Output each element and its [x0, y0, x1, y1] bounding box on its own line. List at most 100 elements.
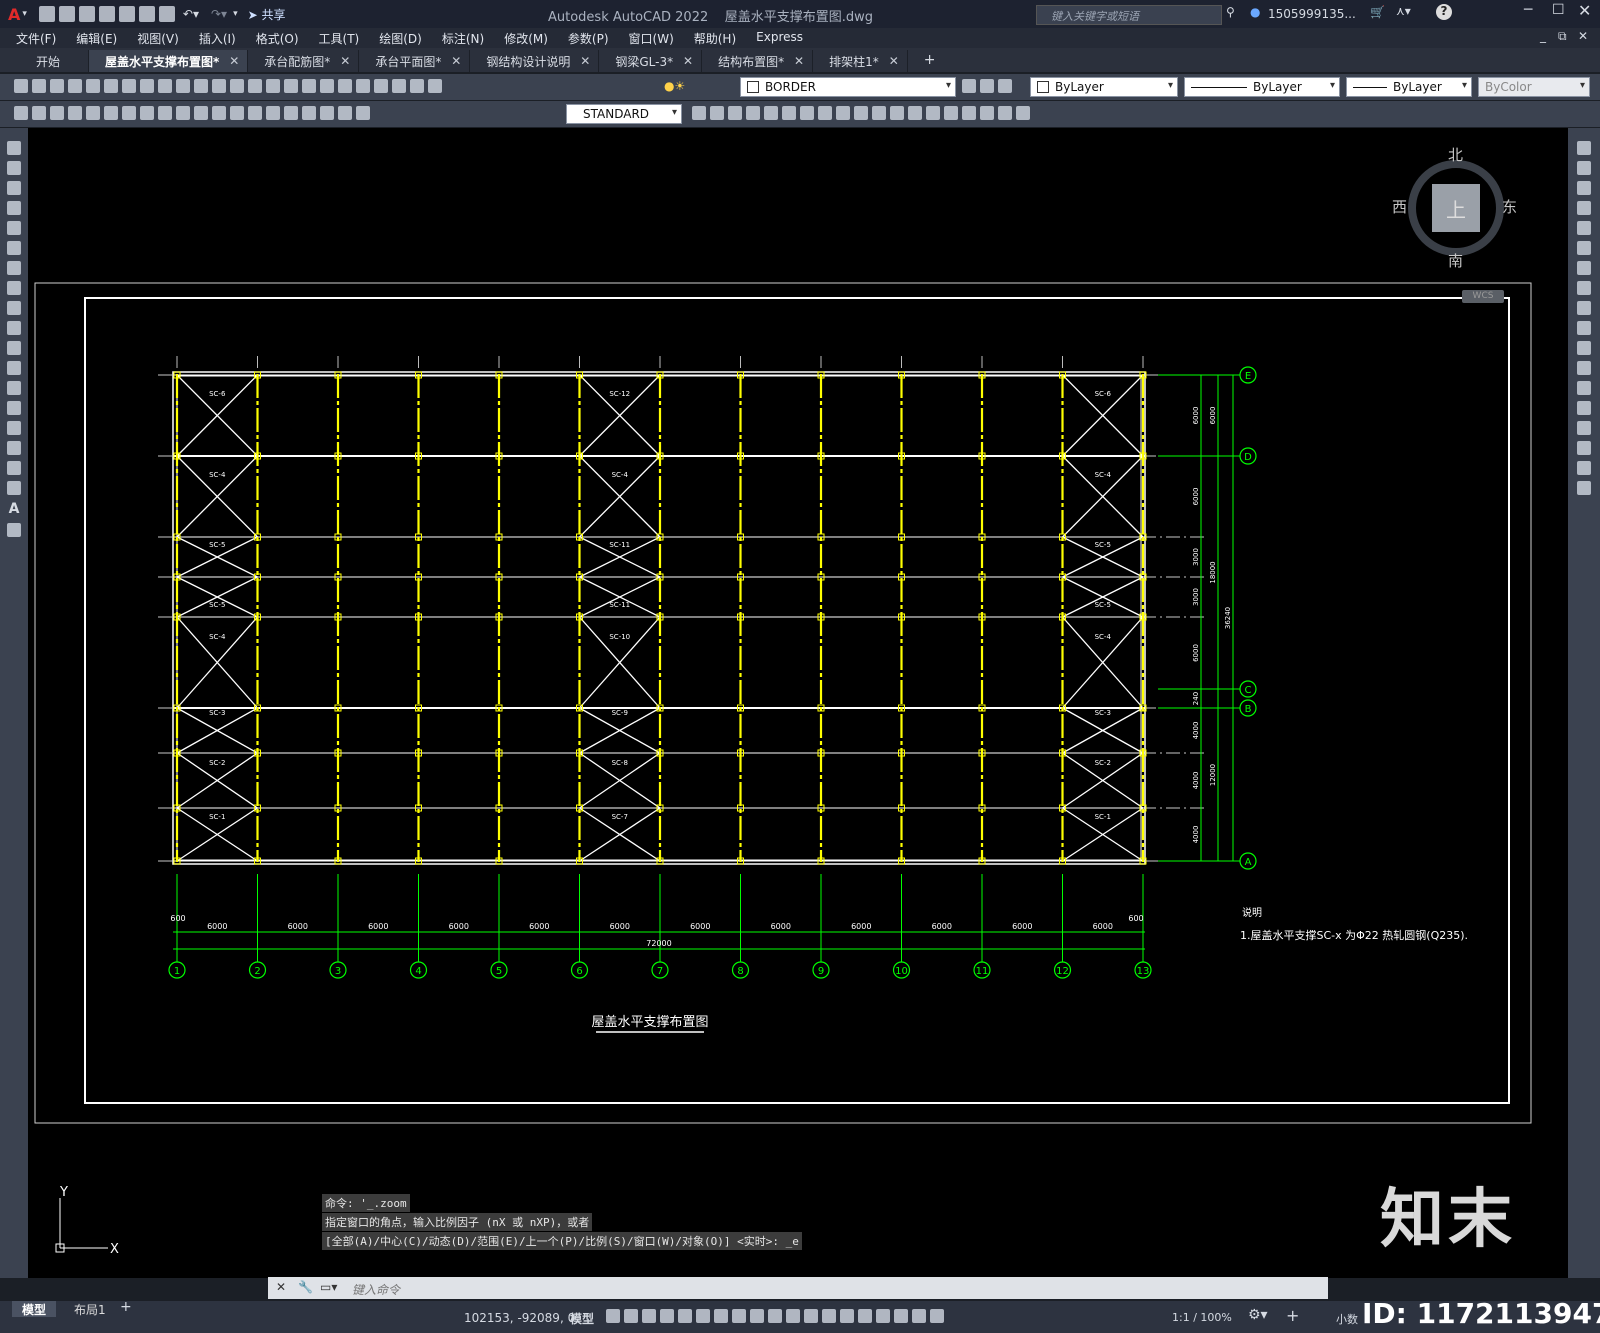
layout-tab[interactable]: 布局1 [64, 1301, 116, 1318]
save-web-icon[interactable] [138, 6, 155, 22]
dim-angular-icon[interactable] [140, 106, 154, 120]
menu-item-3[interactable]: 插入(I) [189, 30, 246, 47]
preview-icon[interactable] [86, 79, 100, 93]
command-input[interactable]: 键入命令 [352, 1281, 400, 1298]
paste-icon[interactable] [158, 79, 172, 93]
copy-icon[interactable] [140, 79, 154, 93]
gizmo-icon[interactable] [876, 1309, 890, 1323]
redo-icon[interactable]: ↷▾ [211, 7, 227, 21]
ellipse-icon[interactable] [7, 321, 21, 335]
search-input[interactable]: 键入关键字或短语 [1051, 8, 1139, 24]
save-as-icon[interactable] [98, 6, 115, 22]
solid-box-icon[interactable] [710, 106, 724, 120]
dim-update-icon[interactable] [356, 106, 370, 120]
interfere-icon[interactable] [908, 106, 922, 120]
customize-qat-icon[interactable]: ▾ [233, 9, 238, 19]
table-icon[interactable] [7, 481, 21, 495]
move3d-icon[interactable] [926, 106, 940, 120]
redo-icon[interactable] [212, 79, 226, 93]
doc-minimize-icon[interactable]: _ [1540, 29, 1546, 43]
zoom-realtime-icon[interactable] [248, 79, 262, 93]
file-tab-2[interactable]: 承台配筋图* ✕ [248, 50, 360, 72]
open-web-icon[interactable] [118, 6, 135, 22]
dimstyle-dropdown[interactable]: STANDARD ▾ [566, 104, 682, 124]
share-button[interactable]: ➤ 共享 [248, 6, 286, 23]
dim-linear-icon[interactable] [14, 106, 28, 120]
design-center-icon[interactable] [320, 79, 334, 93]
layer-state-icon[interactable] [998, 79, 1012, 93]
union-icon[interactable] [818, 106, 832, 120]
arc-icon[interactable] [7, 241, 21, 255]
lineweight-icon[interactable] [768, 1309, 782, 1323]
maximize-icon[interactable]: ☐ [1552, 2, 1565, 18]
cmd-close-icon[interactable]: ✕ [276, 1280, 286, 1294]
cut-icon[interactable] [122, 79, 136, 93]
transparency-icon[interactable] [786, 1309, 800, 1323]
jogged-linear-icon[interactable] [302, 106, 316, 120]
3d-osnap-icon[interactable] [822, 1309, 836, 1323]
qnew-icon[interactable] [14, 79, 28, 93]
snap-icon[interactable] [624, 1309, 638, 1323]
undo-icon[interactable] [194, 79, 208, 93]
menu-item-5[interactable]: 工具(T) [309, 30, 370, 47]
solid-sphere-icon[interactable] [764, 106, 778, 120]
stretch-icon[interactable] [1577, 301, 1591, 315]
line-icon[interactable] [7, 141, 21, 155]
grid-icon[interactable] [606, 1309, 620, 1323]
dynamic-input-icon[interactable] [660, 1309, 674, 1323]
erase-icon[interactable] [1577, 141, 1591, 155]
rectangle-icon[interactable] [7, 221, 21, 235]
inspect-icon[interactable] [284, 106, 298, 120]
zoom-previous-icon[interactable] [284, 79, 298, 93]
dim-text-edit-icon[interactable] [338, 106, 352, 120]
properties-icon[interactable] [302, 79, 316, 93]
coordinates[interactable]: 102153, -92089, 0 [464, 1311, 575, 1325]
slice-icon[interactable] [872, 106, 886, 120]
lineweight-dropdown[interactable]: ByLayer ▾ [1346, 77, 1472, 97]
dim-style-icon[interactable] [692, 106, 706, 120]
extrude-icon[interactable] [782, 106, 796, 120]
compass-south[interactable]: 南 [1448, 250, 1463, 271]
region-icon[interactable] [7, 461, 21, 475]
cmd-recent-icon[interactable]: ▭▾ [320, 1280, 337, 1294]
section-icon[interactable] [890, 106, 904, 120]
file-tab-5[interactable]: 钢梁GL-3* ✕ [599, 50, 703, 72]
ellipse-arc-icon[interactable] [7, 341, 21, 355]
model-space-button[interactable]: 模型 [570, 1310, 594, 1327]
align3d-icon[interactable] [962, 106, 976, 120]
menu-item-12[interactable]: Express [746, 30, 813, 47]
zoom-window-icon[interactable] [266, 79, 280, 93]
rotate-icon[interactable] [1577, 261, 1591, 275]
compass-west[interactable]: 西 [1392, 196, 1407, 217]
mirror3d-icon[interactable] [998, 106, 1012, 120]
make-current-icon[interactable] [962, 79, 976, 93]
dim-jogged-icon[interactable] [104, 106, 118, 120]
solid-cone-icon[interactable] [746, 106, 760, 120]
workspace-icon[interactable]: ⚙▾ [1248, 1307, 1268, 1323]
menu-item-0[interactable]: 文件(F) [6, 30, 66, 47]
new-tab-icon[interactable]: + [924, 52, 936, 68]
save-icon[interactable] [50, 79, 64, 93]
join-icon[interactable] [1577, 401, 1591, 415]
close-icon[interactable]: ✕ [1578, 1, 1591, 20]
infer-icon[interactable] [642, 1309, 656, 1323]
annotation-visibility-icon[interactable] [894, 1309, 908, 1323]
viewcube[interactable]: 上 北 南 东 西 [1392, 146, 1517, 270]
extend-icon[interactable] [1577, 341, 1591, 355]
open-icon[interactable] [32, 79, 46, 93]
move-icon[interactable] [1577, 241, 1591, 255]
array-icon[interactable] [1577, 221, 1591, 235]
explode-icon[interactable] [1577, 481, 1591, 495]
undo-icon[interactable]: ↶▾ [183, 7, 199, 21]
polygon-icon[interactable] [7, 201, 21, 215]
layer-properties-icon[interactable] [428, 79, 442, 93]
menu-item-6[interactable]: 绘图(D) [369, 30, 432, 47]
break-icon[interactable] [1577, 381, 1591, 395]
close-tab-icon[interactable]: ✕ [340, 54, 350, 68]
file-tab-0[interactable]: 开始 [20, 50, 90, 72]
menu-item-2[interactable]: 视图(V) [127, 30, 189, 47]
otrack-icon[interactable] [732, 1309, 746, 1323]
mtext-icon[interactable]: A [9, 501, 20, 517]
quick-dim-icon[interactable] [158, 106, 172, 120]
file-tab-1[interactable]: 屋盖水平支撑布置图* ✕ [89, 50, 249, 72]
